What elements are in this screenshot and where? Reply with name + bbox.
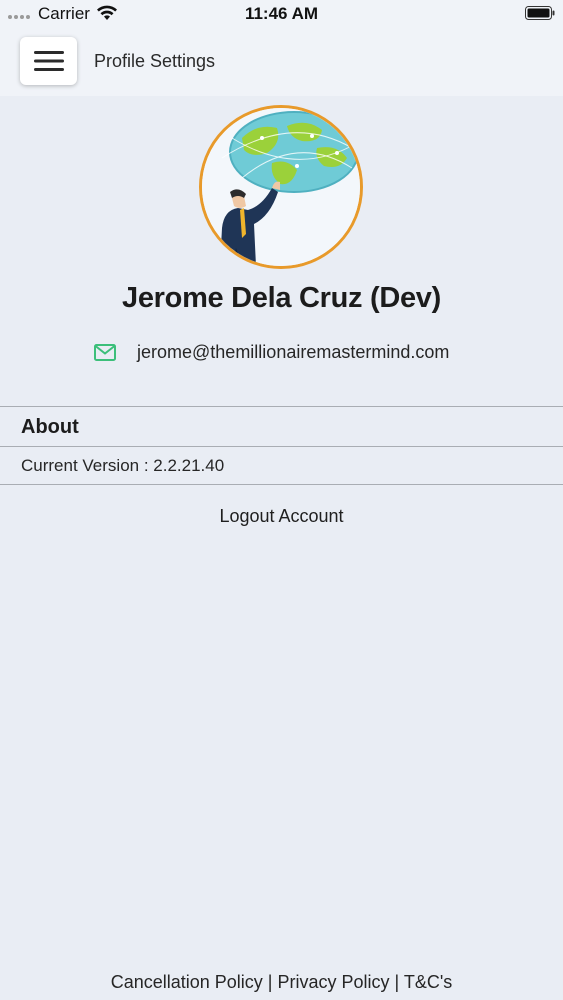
hamburger-menu-icon xyxy=(33,51,64,71)
globe-businessman-avatar xyxy=(202,108,360,266)
about-heading: About xyxy=(21,416,79,438)
privacy-policy-link[interactable]: Privacy Policy xyxy=(277,972,389,992)
profile-avatar[interactable] xyxy=(199,105,363,269)
cancellation-policy-link[interactable]: Cancellation Policy xyxy=(111,972,263,992)
mail-icon xyxy=(94,344,116,361)
app-header: Profile Settings xyxy=(0,28,563,96)
status-time: 11:46 AM xyxy=(244,4,319,23)
email-row: jerome@themillionairemastermind.com xyxy=(94,342,449,363)
current-version: Current Version : 2.2.21.40 xyxy=(21,456,225,475)
battery-icon xyxy=(525,6,555,20)
divider xyxy=(0,484,563,485)
page-title: Profile Settings xyxy=(94,51,216,71)
logout-button[interactable]: Logout Account xyxy=(0,506,563,527)
footer-links: Cancellation Policy | Privacy Policy | T… xyxy=(0,972,563,993)
status-bar: Carrier 11:46 AM xyxy=(0,0,563,28)
terms-link[interactable]: T&C's xyxy=(404,972,452,992)
profile-name: Jerome Dela Cruz (Dev) xyxy=(122,282,441,314)
footer-separator: | xyxy=(262,972,278,992)
email-text: jerome@themillionairemastermind.com xyxy=(137,342,450,362)
about-section: About Current Version : 2.2.21.40 xyxy=(0,406,563,485)
footer-separator: | xyxy=(389,972,404,992)
menu-button[interactable] xyxy=(20,37,77,85)
